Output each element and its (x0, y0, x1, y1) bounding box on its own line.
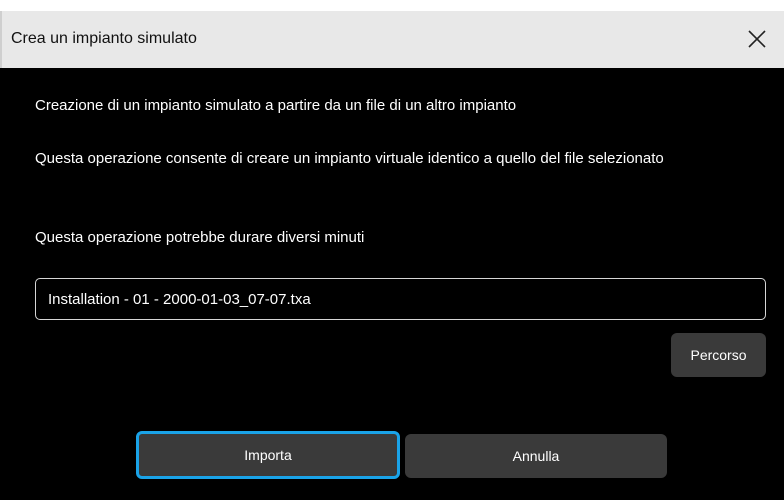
dialog-title: Crea un impianto simulato (11, 30, 197, 47)
file-path-input[interactable] (35, 278, 766, 320)
close-icon (748, 30, 766, 48)
description-line-1: Creazione di un impianto simulato a part… (35, 97, 517, 114)
description-line-2: Questa operazione consente di creare un … (35, 150, 664, 167)
close-button[interactable] (736, 11, 784, 68)
browse-path-button[interactable]: Percorso (671, 333, 766, 377)
description-line-3: Questa operazione potrebbe durare divers… (35, 229, 365, 246)
cancel-button[interactable]: Annulla (405, 434, 667, 478)
import-button[interactable]: Importa (136, 431, 400, 479)
simulated-plant-dialog (0, 11, 784, 500)
dialog-title-bar: Crea un impianto simulato (0, 11, 784, 68)
